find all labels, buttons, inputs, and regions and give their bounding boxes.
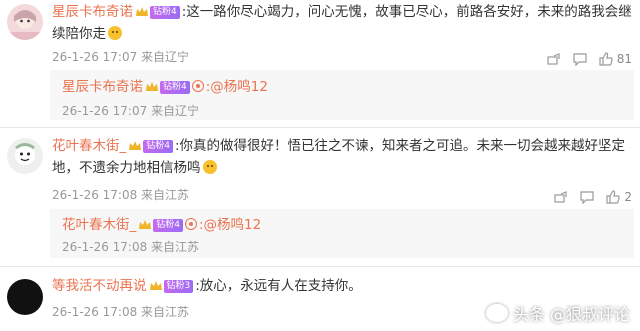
reply-meta: 26-1-26 17:08 来自江苏: [62, 240, 200, 254]
comment-text: :放心，永远有人在支持你。: [195, 278, 362, 294]
like-count: 81: [616, 52, 632, 66]
mention-text[interactable]: :@杨鸣12: [199, 217, 261, 233]
fan-badge: 钻粉4: [138, 218, 183, 232]
watermark-text: 头条 @狠叔评论: [512, 305, 630, 324]
at-icon: [184, 218, 197, 230]
reply-meta: 26-1-26 17:07 来自辽宁: [62, 104, 200, 118]
comment-item: 花叶春木街_ 钻粉4:你真的做得很好！悟已往之不谏，知来者之可追。未来一切会越来越…: [0, 130, 640, 258]
fan-badge: 钻粉4: [128, 139, 173, 153]
toutiao-logo-icon: [485, 304, 508, 322]
share-icon: [554, 191, 567, 203]
reply-body: 星辰卡布奇诺 钻粉4 :@杨鸣12: [62, 76, 268, 98]
avatar[interactable]: [7, 138, 43, 174]
watermark: 头条 @狠叔评论: [485, 301, 630, 325]
crown-icon: [136, 7, 148, 16]
like-button[interactable]: 81: [599, 52, 632, 66]
mention-text[interactable]: :@杨鸣12: [206, 79, 268, 95]
crown-icon: [139, 220, 152, 229]
fan-badge: 钻粉3: [149, 279, 194, 293]
reply-box[interactable]: 星辰卡布奇诺 钻粉4 :@杨鸣12 26-1-26 17:07 来自辽宁: [50, 70, 634, 120]
comment-meta: 26-1-26 17:08 来自江苏: [52, 305, 190, 319]
comment-item: 星辰卡布奇诺 钻粉4:这一路你尽心竭力，问心无愧，故事已尽心，前路各安好，未来的路…: [0, 0, 640, 120]
divider: [0, 266, 640, 267]
username[interactable]: 星辰卡布奇诺: [52, 4, 133, 20]
emoji-icon: [108, 26, 122, 40]
crown-icon: [146, 82, 158, 91]
comment-button[interactable]: [580, 190, 594, 204]
divider: [0, 127, 640, 128]
crown-icon: [129, 141, 142, 150]
reply-username[interactable]: 花叶春木街_: [62, 217, 136, 233]
like-button[interactable]: 2: [606, 190, 632, 204]
comment-icon: [573, 52, 587, 66]
comment-body: 等我活不动再说 钻粉3:放心，永远有人在支持你。: [52, 275, 632, 297]
avatar[interactable]: [7, 4, 43, 40]
comment-body: 花叶春木街_ 钻粉4:你真的做得很好！悟已往之不谏，知来者之可追。未来一切会越来越…: [52, 135, 632, 179]
username[interactable]: 等我活不动再说: [52, 278, 147, 294]
comment-meta: 26-1-26 17:08 来自江苏: [52, 188, 190, 202]
like-count: 2: [624, 190, 632, 204]
thumbs-up-icon: [606, 190, 621, 204]
reply-box[interactable]: 花叶春木街_ 钻粉4 :@杨鸣12 26-1-26 17:08 来自江苏: [50, 209, 634, 258]
comment-meta: 26-1-26 17:07 来自辽宁: [52, 50, 190, 64]
fan-badge: 钻粉4: [145, 80, 190, 94]
emoji-icon: [202, 160, 217, 174]
comment-button[interactable]: [573, 52, 587, 66]
comment-actions: 81: [547, 52, 632, 66]
comment-body: 星辰卡布奇诺 钻粉4:这一路你尽心竭力，问心无愧，故事已尽心，前路各安好，未来的路…: [52, 1, 632, 45]
share-button[interactable]: [554, 191, 568, 203]
username[interactable]: 花叶春木街_: [52, 138, 126, 154]
reply-body: 花叶春木街_ 钻粉4 :@杨鸣12: [62, 214, 261, 236]
share-button[interactable]: [547, 53, 561, 65]
fan-badge: 钻粉4: [135, 5, 180, 19]
thumbs-up-icon: [599, 52, 613, 66]
at-icon: [191, 80, 204, 92]
share-icon: [547, 53, 560, 65]
crown-icon: [149, 281, 162, 290]
comment-icon: [580, 190, 594, 204]
avatar[interactable]: [7, 279, 43, 315]
comment-actions: 2: [554, 190, 632, 204]
reply-username[interactable]: 星辰卡布奇诺: [62, 79, 143, 95]
